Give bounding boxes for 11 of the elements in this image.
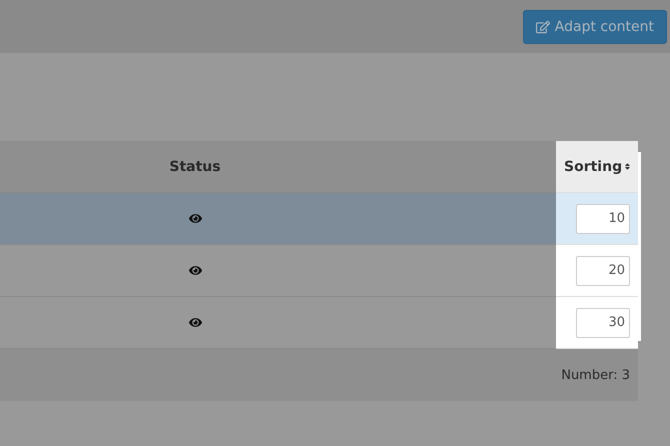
eye-icon bbox=[188, 316, 202, 329]
sorting-input[interactable]: 30 bbox=[576, 308, 630, 338]
sort-icon[interactable] bbox=[625, 161, 630, 172]
edit-icon bbox=[536, 20, 550, 34]
row-count: Number: 3 bbox=[561, 368, 630, 382]
sorting-input[interactable]: 20 bbox=[576, 256, 630, 286]
column-label: Status bbox=[169, 158, 221, 174]
column-label: Sorting bbox=[564, 158, 622, 174]
eye-icon bbox=[188, 212, 202, 225]
sorting-input[interactable]: 10 bbox=[576, 204, 630, 234]
eye-icon bbox=[188, 264, 202, 277]
